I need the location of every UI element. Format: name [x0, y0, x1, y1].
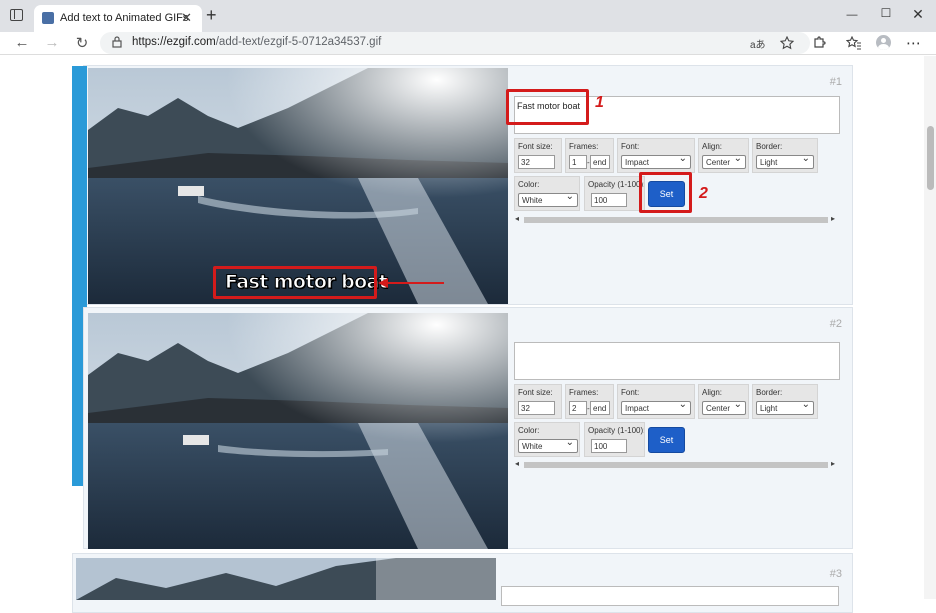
frame-2-image	[88, 313, 508, 549]
font-size-input[interactable]: 32	[518, 401, 555, 415]
frames-from-input[interactable]: 2	[569, 401, 587, 415]
font-select[interactable]: Impact	[621, 153, 691, 169]
opacity-input[interactable]: 100	[591, 193, 627, 207]
arrow-left-icon	[378, 278, 444, 288]
frame-number: #1	[829, 76, 842, 88]
font-size-input[interactable]: 32	[518, 155, 555, 169]
frames-control: Frames: 1 - end	[565, 138, 614, 173]
border-control: Border: Light	[752, 138, 818, 173]
profile-avatar[interactable]	[876, 35, 891, 50]
frames-to-input[interactable]: end	[590, 401, 610, 415]
color-control: Color: White	[514, 176, 580, 211]
frame-number: #3	[829, 568, 842, 580]
frames-control: Frames: 2 - end	[565, 384, 614, 419]
caption-textarea[interactable]	[501, 586, 839, 606]
align-control: Align: Center	[698, 384, 749, 419]
opacity-control: Opacity (1-100): 100	[584, 422, 645, 457]
tab-title: Add text to Animated GIFs	[60, 12, 189, 24]
scroll-left-icon[interactable]: ◂	[515, 214, 519, 223]
settings-menu-button[interactable]: ⋯	[906, 34, 921, 52]
font-size-control: Font size: 32	[514, 138, 562, 173]
address-toolbar: ← → ↻ https://ezgif.com/add-text/ezgif-5…	[0, 32, 936, 55]
frame-3-image	[76, 558, 496, 600]
favorites-icon[interactable]	[846, 36, 861, 50]
read-aloud-icon[interactable]: aあ	[750, 36, 766, 51]
scroll-right-icon[interactable]: ▸	[831, 214, 835, 223]
scroll-left-icon[interactable]: ◂	[515, 459, 519, 468]
web-page: #1 Fast motor boat Fast motor boat 1 Fon…	[0, 56, 936, 613]
font-size-control: Font size: 32	[514, 384, 562, 419]
font-select[interactable]: Impact	[621, 399, 691, 415]
frame-1-panel: #1 Fast motor boat Fast motor boat 1 Fon…	[83, 65, 853, 305]
border-select[interactable]: Light	[756, 399, 814, 415]
page-scroll-thumb[interactable]	[927, 126, 934, 190]
tab-close-icon[interactable]: ✕	[181, 10, 192, 26]
close-window-button[interactable]: ✕	[908, 6, 928, 23]
color-select[interactable]: White	[518, 437, 578, 453]
address-bar[interactable]: https://ezgif.com/add-text/ezgif-5-0712a…	[100, 32, 810, 54]
frame-3-panel: #3	[72, 553, 853, 613]
border-select[interactable]: Light	[756, 153, 814, 169]
back-button[interactable]: ←	[12, 34, 32, 51]
set-button-highlight	[639, 172, 692, 213]
new-tab-button[interactable]: +	[206, 5, 217, 26]
caption-textarea[interactable]	[514, 342, 840, 380]
lock-icon	[112, 36, 122, 48]
scroll-right-icon[interactable]: ▸	[831, 459, 835, 468]
minimize-button[interactable]: —	[842, 9, 862, 21]
title-bar: Add text to Animated GIFs ✕ + — ☐ ✕	[0, 0, 936, 32]
set-button[interactable]: Set	[648, 427, 685, 453]
color-select[interactable]: White	[518, 191, 578, 207]
url-text[interactable]: https://ezgif.com/add-text/ezgif-5-0712a…	[132, 36, 381, 48]
step-2-marker: 2	[699, 185, 708, 202]
color-control: Color: White	[514, 422, 580, 457]
frames-from-input[interactable]: 1	[569, 155, 587, 169]
browser-tab[interactable]: Add text to Animated GIFs ✕	[34, 5, 202, 32]
align-select[interactable]: Center	[702, 399, 746, 415]
font-control: Font: Impact	[617, 138, 695, 173]
tab-actions-icon[interactable]	[10, 9, 23, 21]
frames-to-input[interactable]: end	[590, 155, 610, 169]
opacity-input[interactable]: 100	[591, 439, 627, 453]
horizontal-scrollbar[interactable]: ◂ ▸	[514, 459, 840, 469]
font-control: Font: Impact	[617, 384, 695, 419]
reload-button[interactable]: ↻	[72, 34, 92, 52]
step-1-marker: 1	[595, 94, 604, 111]
horizontal-scrollbar[interactable]: ◂ ▸	[514, 214, 840, 224]
ezgif-favicon-icon	[42, 12, 54, 24]
frame-2-panel: #2 Font size: 32 Frames: 2 - end Font: I…	[83, 307, 853, 549]
page-scrollbar[interactable]	[924, 56, 936, 599]
textarea-highlight	[506, 89, 589, 125]
align-select[interactable]: Center	[702, 153, 746, 169]
opacity-control: Opacity (1-100): 100	[584, 176, 645, 211]
maximize-button[interactable]: ☐	[876, 6, 896, 20]
extensions-icon[interactable]	[812, 36, 826, 50]
frame-number: #2	[829, 318, 842, 330]
forward-button[interactable]: →	[42, 34, 62, 51]
border-control: Border: Light	[752, 384, 818, 419]
caption-highlight	[213, 266, 377, 299]
align-control: Align: Center	[698, 138, 749, 173]
favorites-add-icon[interactable]	[780, 36, 794, 50]
